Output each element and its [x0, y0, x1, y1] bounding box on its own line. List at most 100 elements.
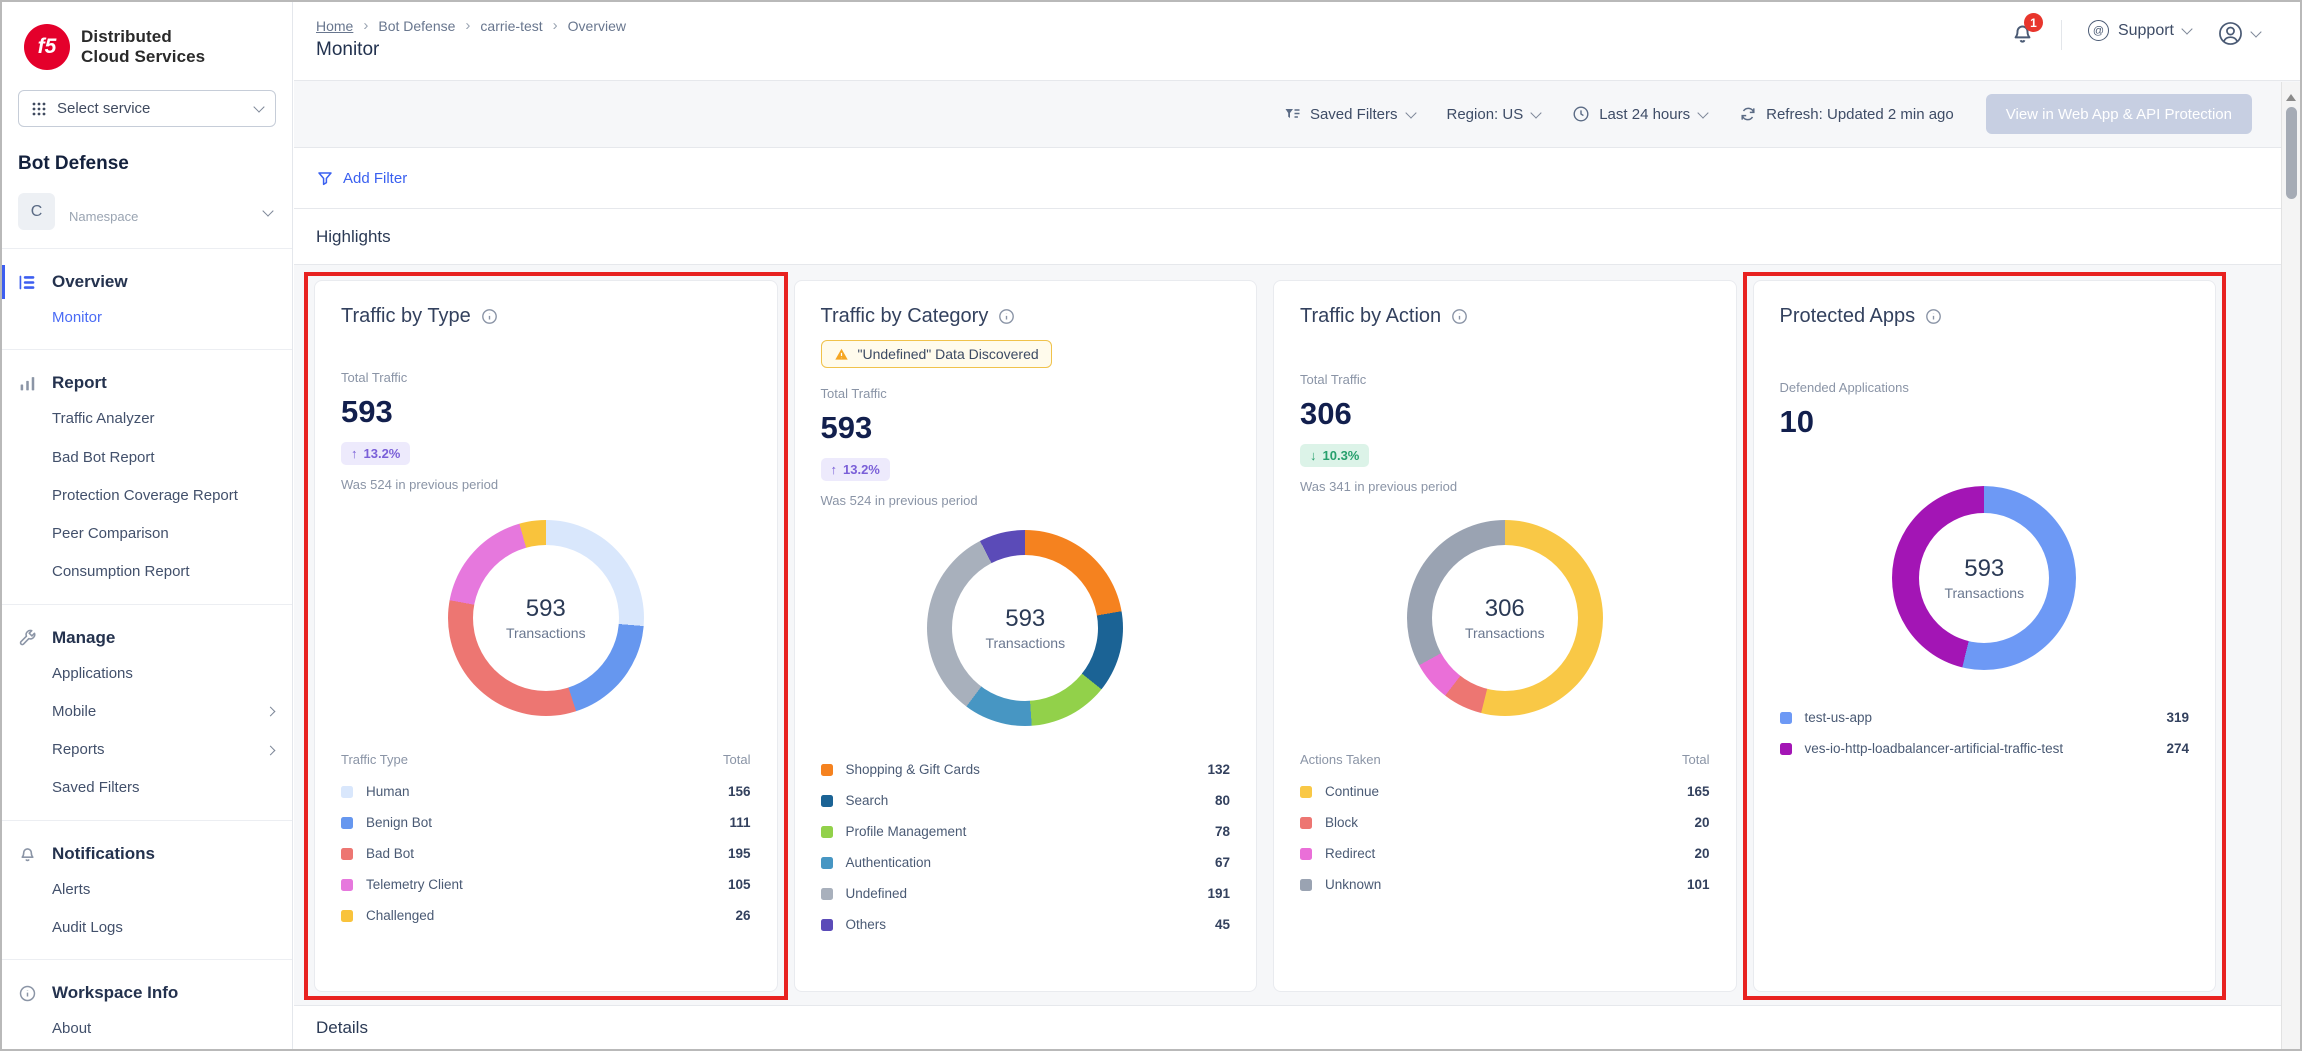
- sidebar-section-overview[interactable]: Overview: [2, 265, 292, 299]
- sidebar-item-consumption-report[interactable]: Consumption Report: [2, 553, 292, 591]
- sidebar-section-manage[interactable]: Manage: [2, 621, 292, 655]
- legend-row-benign-bot[interactable]: Benign Bot111: [341, 807, 751, 838]
- info-icon[interactable]: [1925, 308, 1942, 325]
- donut-center-value: 306: [1485, 595, 1525, 623]
- legend-value: 80: [1215, 793, 1230, 808]
- sidebar-item-alerts[interactable]: Alerts: [2, 871, 292, 909]
- workspace-info-icon: [18, 984, 37, 1003]
- legend-header-label: Traffic Type: [341, 752, 408, 767]
- legend-row-test-us-app[interactable]: test-us-app319: [1780, 702, 2190, 733]
- legend-row-continue[interactable]: Continue165: [1300, 776, 1710, 807]
- sidebar-item-about[interactable]: About: [2, 1010, 292, 1048]
- sidebar-item-saved-filters[interactable]: Saved Filters: [2, 769, 292, 807]
- sidebar-item-bad-bot-report[interactable]: Bad Bot Report: [2, 439, 292, 477]
- legend-row-challenged[interactable]: Challenged26: [341, 900, 751, 931]
- sidebar-section-notifications[interactable]: Notifications: [2, 837, 292, 871]
- traffic-by-action-donut[interactable]: 306 Transactions: [1407, 520, 1603, 716]
- legend-row-profile-management[interactable]: Profile Management78: [821, 816, 1231, 847]
- card-title: Traffic by Category: [821, 305, 989, 328]
- vertical-scrollbar[interactable]: [2281, 82, 2300, 1049]
- protected-apps-card: Protected Apps Defended Applications 10 …: [1753, 280, 2217, 992]
- legend-row-telemetry-client[interactable]: Telemetry Client105: [341, 869, 751, 900]
- breadcrumb-item-overview[interactable]: Overview: [568, 18, 626, 34]
- legend-row-shopping-gift-cards[interactable]: Shopping & Gift Cards132: [821, 754, 1231, 785]
- support-menu[interactable]: @ Support: [2088, 20, 2191, 41]
- legend-row-authentication[interactable]: Authentication67: [821, 847, 1231, 878]
- legend-rows: Human156Benign Bot111Bad Bot195Telemetry…: [341, 776, 751, 931]
- view-in-waap-button[interactable]: View in Web App & API Protection: [1986, 94, 2252, 134]
- legend-value: 111: [729, 815, 750, 830]
- donut-center: 593 Transactions: [952, 555, 1098, 701]
- protected-apps-donut[interactable]: 593 Transactions: [1892, 486, 2076, 670]
- chevron-down-icon: [2181, 23, 2192, 34]
- metric-value: 593: [341, 394, 751, 430]
- breadcrumb-separator: ›: [363, 17, 368, 34]
- sidebar: f5 Distributed Cloud Services Select ser…: [2, 2, 293, 1049]
- sidebar-item-monitor[interactable]: Monitor: [2, 299, 292, 337]
- sidebar-item-traffic-analyzer[interactable]: Traffic Analyzer: [2, 400, 292, 438]
- breadcrumb-item-bot-defense[interactable]: Bot Defense: [378, 18, 455, 34]
- f5-logo-icon: f5: [24, 24, 70, 70]
- highlights-title: Highlights: [316, 227, 391, 247]
- traffic-by-type-donut[interactable]: 593 Transactions: [448, 520, 644, 716]
- sidebar-item-applications[interactable]: Applications: [2, 655, 292, 693]
- add-filter-button[interactable]: Add Filter: [316, 169, 407, 187]
- arrow-up-icon: ↑: [831, 462, 838, 477]
- region-dropdown[interactable]: Region: US: [1447, 106, 1541, 123]
- info-icon[interactable]: [998, 308, 1015, 325]
- namespace-label: Namespace: [69, 209, 138, 224]
- legend-row-redirect[interactable]: Redirect20: [1300, 838, 1710, 869]
- card-title: Traffic by Type: [341, 305, 471, 328]
- select-service-dropdown[interactable]: Select service: [18, 90, 276, 127]
- legend-row-others[interactable]: Others45: [821, 909, 1231, 940]
- traffic-by-category-donut[interactable]: 593 Transactions: [927, 530, 1123, 726]
- legend-row-search[interactable]: Search 80: [821, 785, 1231, 816]
- breadcrumb-item-home[interactable]: Home: [316, 18, 353, 34]
- legend-swatch: [821, 857, 833, 869]
- notifications-bell-button[interactable]: 1: [2010, 20, 2035, 50]
- legend-header: Traffic Type Total: [341, 748, 751, 776]
- legend-row-human[interactable]: Human156: [341, 776, 751, 807]
- sidebar-nav: OverviewMonitor ReportTraffic AnalyzerBad…: [2, 249, 292, 1049]
- legend: Shopping & Gift Cards132 Search 80 Profile …: [821, 754, 1231, 940]
- sidebar-section-label: Notifications: [52, 844, 155, 864]
- legend-swatch: [341, 817, 353, 829]
- sidebar-item-reports[interactable]: Reports: [2, 731, 292, 769]
- donut-center: 593 Transactions: [1919, 513, 2049, 643]
- user-menu[interactable]: [2217, 20, 2260, 47]
- metric-label: Defended Applications: [1780, 380, 2190, 395]
- legend-value: 20: [1694, 815, 1709, 830]
- sidebar-item-peer-comparison[interactable]: Peer Comparison: [2, 515, 292, 553]
- highlights-section-header: Highlights: [294, 209, 2300, 265]
- sidebar-item-label: Audit Logs: [52, 918, 123, 938]
- refresh-button[interactable]: Refresh: Updated 2 min ago: [1739, 105, 1954, 123]
- metric-label: Total Traffic: [341, 370, 751, 385]
- legend-swatch: [341, 879, 353, 891]
- time-range-dropdown[interactable]: Last 24 hours: [1572, 105, 1707, 123]
- breadcrumb-item-carrie-test[interactable]: carrie-test: [480, 18, 542, 34]
- legend-label: Search: [846, 793, 889, 808]
- legend-row-ves-io-http-loadbalancer-artificial-traffic-test[interactable]: ves-io-http-loadbalancer-artificial-traf…: [1780, 733, 2190, 764]
- info-icon[interactable]: [481, 308, 498, 325]
- scrollbar-up-arrow[interactable]: [2286, 89, 2296, 101]
- legend-swatch: [821, 888, 833, 900]
- undefined-data-warning-badge[interactable]: "Undefined" Data Discovered: [821, 340, 1052, 368]
- sidebar-item-protection-coverage-report[interactable]: Protection Coverage Report: [2, 477, 292, 515]
- legend-value: 191: [1207, 886, 1230, 901]
- sidebar-item-audit-logs[interactable]: Audit Logs: [2, 909, 292, 947]
- sidebar-section-workspace-info[interactable]: Workspace Info: [2, 976, 292, 1010]
- legend-row-unknown[interactable]: Unknown101: [1300, 869, 1710, 900]
- legend-row-bad-bot[interactable]: Bad Bot195: [341, 838, 751, 869]
- legend-row-block[interactable]: Block20: [1300, 807, 1710, 838]
- legend-label: Profile Management: [846, 824, 967, 839]
- scrollbar-thumb[interactable]: [2286, 107, 2297, 199]
- saved-filters-dropdown[interactable]: Saved Filters: [1283, 105, 1415, 123]
- sidebar-section-report[interactable]: Report: [2, 366, 292, 400]
- info-icon[interactable]: [1451, 308, 1468, 325]
- sidebar-section-label: Workspace Info: [52, 983, 178, 1003]
- legend-value: 319: [2166, 710, 2189, 725]
- legend-row-undefined[interactable]: Undefined191: [821, 878, 1231, 909]
- manage-icon: [18, 628, 37, 647]
- namespace-selector[interactable]: C Namespace: [2, 193, 292, 249]
- sidebar-item-mobile[interactable]: Mobile: [2, 693, 292, 731]
